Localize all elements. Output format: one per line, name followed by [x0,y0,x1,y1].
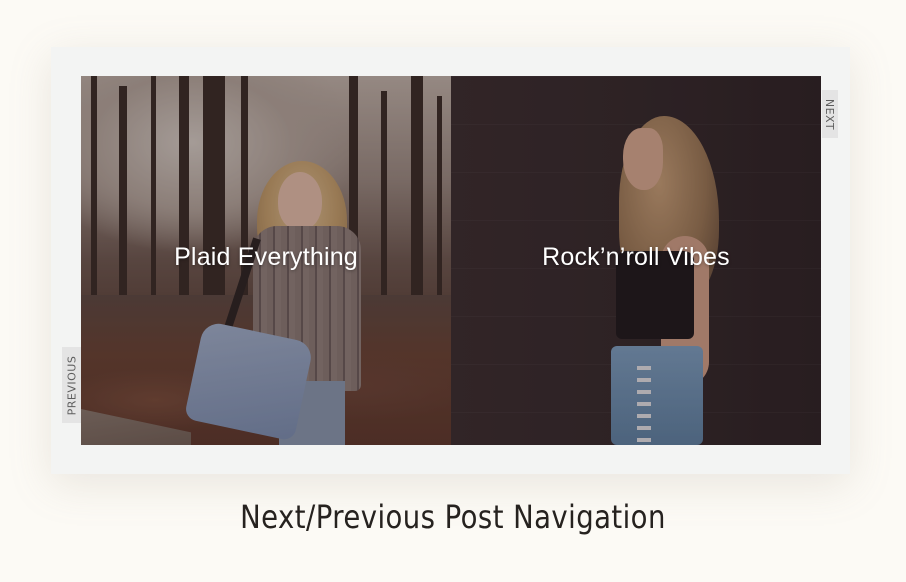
section-caption: Next/Previous Post Navigation [240,498,666,536]
next-tab[interactable]: NEXT [822,90,838,138]
previous-tab-label: PREVIOUS [65,355,78,415]
post-navigation-card: Plaid Everything Rock’n’roll Vibes NEXT … [51,47,850,474]
next-post-link[interactable]: Rock’n’roll Vibes [451,76,821,445]
next-post-title[interactable]: Rock’n’roll Vibes [451,243,821,272]
previous-post-title[interactable]: Plaid Everything [81,243,451,272]
previous-tab[interactable]: PREVIOUS [62,347,81,423]
next-tab-label: NEXT [823,98,837,130]
previous-post-link[interactable]: Plaid Everything [81,76,451,445]
